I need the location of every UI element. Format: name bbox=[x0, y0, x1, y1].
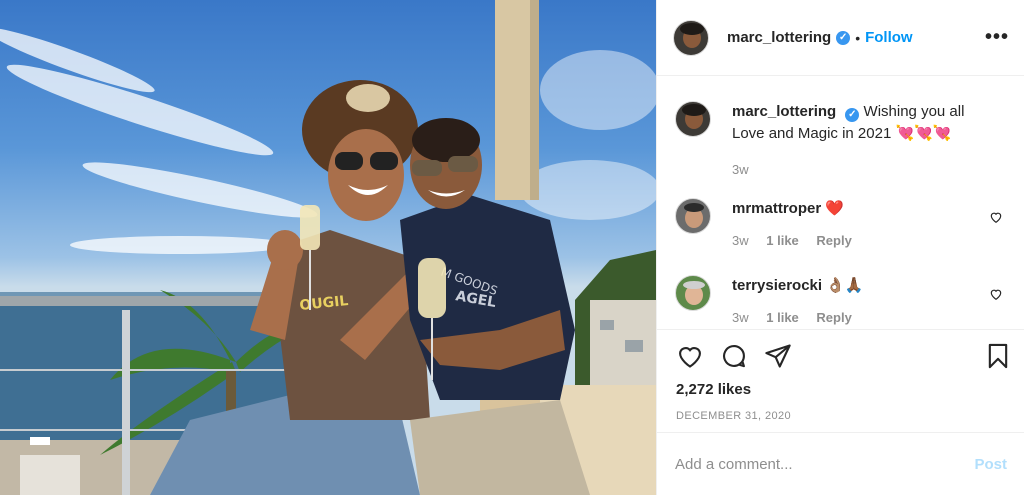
post-photo[interactable]: OUGIL M GOODS AGEL bbox=[0, 0, 656, 495]
reply-button[interactable]: Reply bbox=[816, 233, 851, 248]
post-side-panel: marc_lottering ✓ • Follow ••• marc_lotte… bbox=[656, 0, 1024, 495]
avatar[interactable] bbox=[675, 198, 711, 234]
heart-icon[interactable] bbox=[989, 287, 1003, 301]
comment-text: ❤️ bbox=[825, 200, 845, 217]
comment-time[interactable]: 3w bbox=[732, 310, 749, 325]
post-header: marc_lottering ✓ • Follow ••• bbox=[657, 0, 1024, 76]
verified-badge-icon: ✓ bbox=[836, 30, 851, 45]
avatar[interactable] bbox=[673, 19, 709, 56]
post-actions: 2,272 likes DECEMBER 31, 2020 bbox=[657, 329, 1024, 433]
post-date[interactable]: DECEMBER 31, 2020 bbox=[676, 410, 791, 422]
comment-time[interactable]: 3w bbox=[732, 233, 749, 248]
likes-count[interactable]: 2,272 likes bbox=[676, 381, 751, 398]
caption-username[interactable]: marc_lottering bbox=[732, 103, 836, 120]
comment-likes[interactable]: 1 like bbox=[766, 233, 799, 248]
reply-button[interactable]: Reply bbox=[816, 310, 851, 325]
paper-plane-icon[interactable] bbox=[764, 342, 792, 370]
comment-username[interactable]: terrysierocki bbox=[732, 277, 822, 294]
comments-list[interactable]: marc_lottering ✓ Wishing you all Love an… bbox=[657, 76, 1024, 329]
heart-icon[interactable] bbox=[676, 342, 704, 370]
avatar[interactable] bbox=[675, 275, 711, 311]
follow-button[interactable]: Follow bbox=[865, 29, 913, 46]
verified-badge-icon: ✓ bbox=[845, 108, 860, 122]
heart-icon[interactable] bbox=[989, 210, 1003, 224]
comment-text: 👌🏽🙏🏾 bbox=[826, 277, 864, 294]
separator-dot: • bbox=[855, 29, 861, 46]
caption-time[interactable]: 3w bbox=[732, 162, 749, 177]
comment-username[interactable]: mrmattroper bbox=[732, 200, 821, 217]
header-username[interactable]: marc_lottering bbox=[727, 29, 831, 46]
add-comment-bar: Post bbox=[657, 433, 1024, 495]
photo-scene: OUGIL M GOODS AGEL bbox=[0, 0, 656, 495]
comment-likes[interactable]: 1 like bbox=[766, 310, 799, 325]
comment-input[interactable] bbox=[675, 455, 975, 473]
more-options-icon[interactable]: ••• bbox=[985, 26, 1009, 49]
avatar[interactable] bbox=[675, 101, 711, 137]
comment-bubble-icon[interactable] bbox=[720, 342, 748, 370]
post-comment-button[interactable]: Post bbox=[974, 456, 1007, 473]
bookmark-icon[interactable] bbox=[984, 342, 1012, 370]
